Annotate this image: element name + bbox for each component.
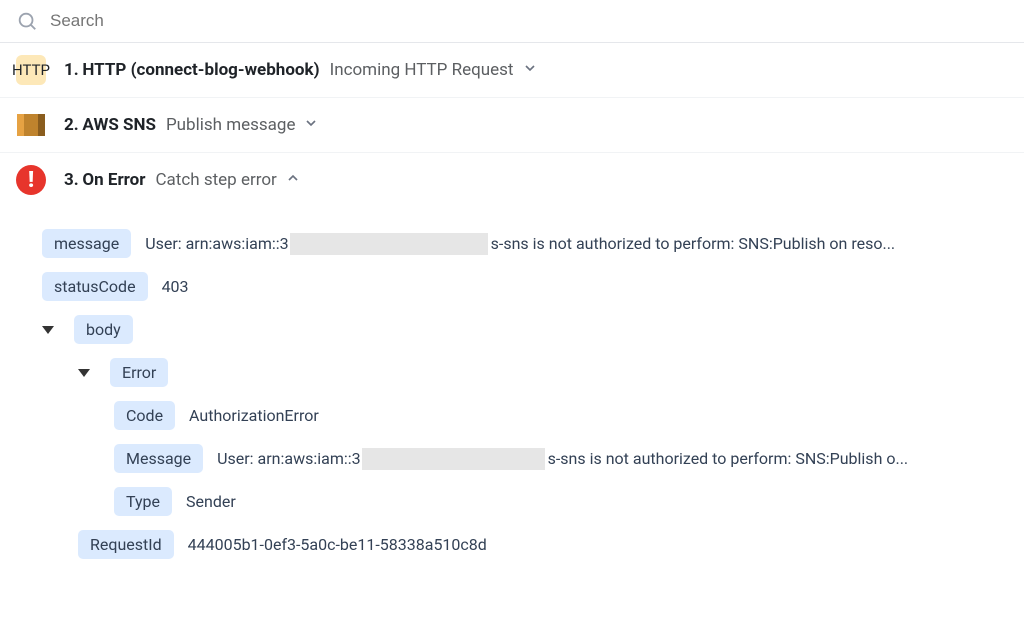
redacted-block — [290, 233, 488, 255]
redacted-block — [362, 448, 545, 470]
key-message[interactable]: message — [42, 229, 131, 258]
step-num: 1. — [64, 60, 79, 80]
step-on-error[interactable]: ! 3. On Error Catch step error — [0, 153, 1024, 207]
http-icon: HTTP — [16, 55, 46, 85]
value-requestid: 444005b1-0ef3-5a0c-be11-58338a510c8d — [188, 535, 487, 554]
field-requestid: RequestId 444005b1-0ef3-5a0c-be11-58338a… — [42, 530, 982, 559]
field-statuscode: statusCode 403 — [42, 272, 982, 301]
search-input[interactable] — [50, 11, 1008, 31]
value-inner-message-prefix: User: arn:aws:iam::3 — [217, 449, 360, 468]
value-message-prefix: User: arn:aws:iam::3 — [145, 234, 288, 253]
step-num: 3. — [64, 170, 79, 190]
chevron-down-icon[interactable] — [303, 115, 319, 135]
error-icon: ! — [16, 165, 46, 195]
value-code: AuthorizationError — [189, 406, 319, 425]
chevron-down-icon[interactable] — [522, 60, 538, 80]
step-title: HTTP (connect-blog-webhook) — [82, 60, 319, 80]
step-subtitle: Incoming HTTP Request — [330, 60, 514, 80]
step-aws-sns[interactable]: 2. AWS SNS Publish message — [0, 98, 1024, 153]
key-statuscode[interactable]: statusCode — [42, 272, 148, 301]
field-message: message User: arn:aws:iam::3 s-sns is no… — [42, 229, 982, 258]
step-num: 2. — [64, 115, 79, 135]
search-icon — [16, 10, 38, 32]
field-type: Type Sender — [42, 487, 982, 516]
aws-sns-icon — [16, 110, 46, 140]
value-inner-message-suffix: s-sns is not authorized to perform: SNS:… — [548, 449, 909, 468]
step-subtitle: Catch step error — [155, 170, 276, 190]
chevron-up-icon[interactable] — [285, 170, 301, 190]
key-type[interactable]: Type — [114, 487, 172, 516]
key-error[interactable]: Error — [110, 358, 168, 387]
step-subtitle: Publish message — [166, 115, 296, 135]
field-code: Code AuthorizationError — [42, 401, 982, 430]
field-body[interactable]: body — [42, 315, 982, 344]
key-requestid[interactable]: RequestId — [78, 530, 174, 559]
field-inner-message: Message User: arn:aws:iam::3 s-sns is no… — [42, 444, 982, 473]
toggle-icon[interactable] — [78, 369, 90, 377]
key-body[interactable]: body — [74, 315, 133, 344]
value-statuscode: 403 — [162, 277, 189, 296]
field-error[interactable]: Error — [42, 358, 982, 387]
value-message-suffix: s-sns is not authorized to perform: SNS:… — [491, 234, 895, 253]
toggle-icon[interactable] — [42, 326, 54, 334]
step-title: AWS SNS — [82, 115, 156, 135]
step-title: On Error — [82, 170, 145, 190]
step-http[interactable]: HTTP 1. HTTP (connect-blog-webhook) Inco… — [0, 43, 1024, 98]
value-type: Sender — [186, 492, 236, 511]
key-code[interactable]: Code — [114, 401, 175, 430]
error-details: message User: arn:aws:iam::3 s-sns is no… — [0, 207, 1024, 603]
search-bar — [0, 0, 1024, 43]
key-inner-message[interactable]: Message — [114, 444, 203, 473]
